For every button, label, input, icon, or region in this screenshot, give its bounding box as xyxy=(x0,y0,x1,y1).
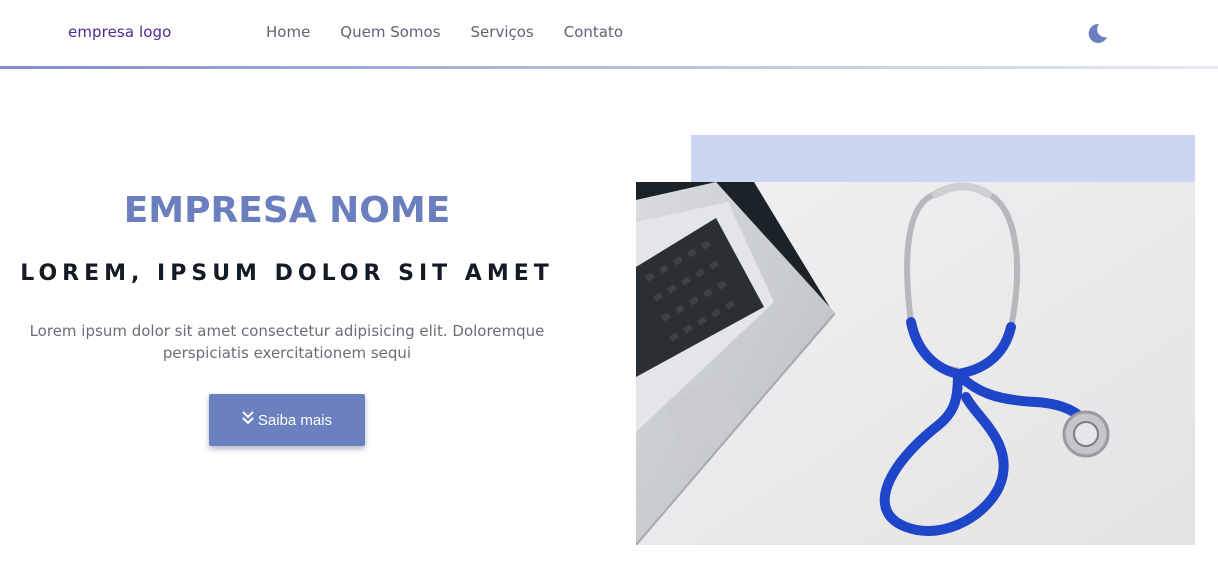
hero-description: Lorem ipsum dolor sit amet consectetur a… xyxy=(29,322,545,362)
navbar: empresa logo Home Quem Somos Serviços Co… xyxy=(0,0,1218,66)
company-logo-link[interactable]: empresa logo xyxy=(68,23,171,41)
hero-image xyxy=(636,182,1195,545)
nav-link-quem-somos[interactable]: Quem Somos xyxy=(340,22,440,42)
saiba-mais-label: Saiba mais xyxy=(257,411,333,429)
tagline-heading: LOREM, IPSUM DOLOR SIT AMET xyxy=(20,261,554,286)
main-nav: Home Quem Somos Serviços Contato xyxy=(266,22,653,42)
moon-icon xyxy=(1088,23,1107,43)
navbar-divider xyxy=(0,66,1218,69)
nav-link-contato[interactable]: Contato xyxy=(564,22,623,42)
theme-toggle-button[interactable] xyxy=(1086,22,1108,44)
nav-link-servicos[interactable]: Serviços xyxy=(471,22,534,42)
hero-text: EMPRESA NOME LOREM, IPSUM DOLOR SIT AMET… xyxy=(20,180,554,446)
hero-image-accent-block xyxy=(691,135,1195,182)
saiba-mais-button[interactable]: Saiba mais xyxy=(209,394,365,446)
laptop-stethoscope-illustration xyxy=(636,182,1195,545)
nav-link-home[interactable]: Home xyxy=(266,22,310,42)
double-chevron-down-icon xyxy=(242,411,254,429)
company-name-heading: EMPRESA NOME xyxy=(123,190,451,231)
